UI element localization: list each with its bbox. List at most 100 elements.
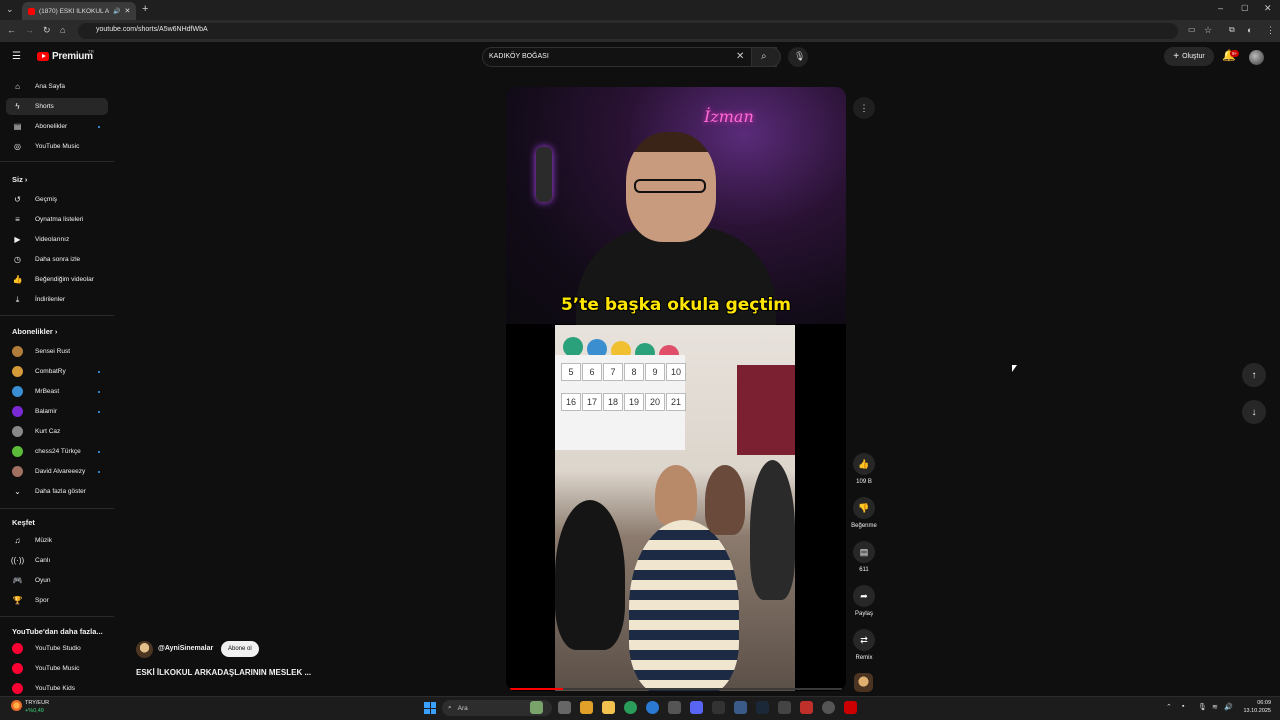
sidebar-section-explore[interactable]: Keşfet [12,518,35,527]
sidebar-item[interactable]: Sensei Rust [6,343,108,360]
extensions-icon[interactable]: ⧉ [1229,26,1235,34]
brave-icon[interactable] [800,701,813,714]
tray-mic-icon[interactable]: 🎙 [1198,703,1207,711]
dislike-button[interactable]: 👎 [853,497,875,519]
search-button[interactable]: ⌕ [751,47,781,67]
sidebar-item[interactable]: CombatRy [6,363,108,380]
sidebar-section-more[interactable]: YouTube'dan daha fazla... [12,627,103,636]
sidebar-item[interactable]: ↺ Geçmiş [6,191,108,208]
tab-close-icon[interactable]: ✕ [124,7,130,15]
search-input[interactable]: KADIKÖY BOĞASI [489,53,549,60]
browser-tab[interactable]: (1870) ESKİ İLKOKUL ARKADAŞ 🔊 ✕ [22,2,136,20]
tab-list-icon[interactable]: ⌄ [6,5,14,14]
clear-search-icon[interactable]: ✕ [736,52,744,62]
sidebar-item[interactable]: ▶ Videolarınız [6,231,108,248]
sidebar-section-you[interactable]: Siz › [12,175,27,184]
sidebar-item[interactable]: ((·)) Canlı [6,552,108,569]
wifi-icon[interactable]: ≋ [1212,703,1218,711]
taskbar-app-icon[interactable] [530,701,543,714]
sidebar-item[interactable]: YouTube Studio [6,640,108,657]
sidebar-item[interactable]: ϟ Shorts [6,98,108,115]
back-icon[interactable]: ← [7,26,16,35]
vscode-icon[interactable] [734,701,747,714]
sidebar-item-label: CombatRy [35,368,66,375]
url-text[interactable]: youtube.com/shorts/A5w6NHdfWbA [96,26,208,33]
create-button[interactable]: + Oluştur [1164,47,1214,66]
sidebar-item[interactable]: 🎮 Oyun [6,572,108,589]
forward-icon[interactable]: → [25,26,34,35]
account-avatar[interactable] [1249,50,1264,65]
speaker-icon[interactable]: 🔊 [113,8,120,15]
terminal-icon[interactable] [712,701,725,714]
sidebar-item[interactable]: Kurt Caz [6,423,108,440]
maximize-icon[interactable]: ▢ [1241,4,1249,12]
sidebar-item[interactable]: chess24 Türkçe [6,443,108,460]
sidebar-item[interactable]: 👍 Beğendiğim videolar [6,271,108,288]
profile-icon[interactable]: ◐ [1247,26,1252,35]
previous-short-button[interactable]: ↑ [1242,363,1266,387]
tray-chevron-icon[interactable]: ⌃ [1166,703,1172,711]
voice-search-button[interactable]: 🎙 [788,47,808,67]
sidebar-item[interactable]: ⤓ İndirilenler [6,291,108,308]
steam-icon[interactable] [756,701,769,714]
youtube-premium-logo[interactable]: Premium [52,51,93,62]
sidebar-item[interactable]: ≡ Oynatma listeleri [6,211,108,228]
sidebar-item[interactable]: MrBeast [6,383,108,400]
hamburger-menu-icon[interactable]: ☰ [12,52,21,62]
like-button[interactable]: 👍 [853,453,875,475]
chrome-icon[interactable] [624,701,637,714]
share-button[interactable]: ➦ [853,585,875,607]
sidebar-item[interactable]: ♫ Müzik [6,532,108,549]
home-browser-icon[interactable]: ⌂ [60,26,65,35]
url-bar[interactable] [78,23,1178,39]
sidebar-divider [0,616,114,617]
sidebar-item[interactable]: ◎ YouTube Music [6,138,108,155]
minimize-icon[interactable]: – [1218,4,1223,13]
next-short-button[interactable]: ↓ [1242,400,1266,424]
youtube-app-icon[interactable] [844,701,857,714]
file-explorer-icon[interactable] [602,701,615,714]
comments-button[interactable]: ▤ [853,541,875,563]
sidebar-item[interactable]: ◷ Daha sonra izle [6,251,108,268]
show-more-button[interactable]: ⌄ Daha fazla göster [6,483,108,500]
sidebar-item[interactable]: Balamir [6,403,108,420]
app-icon[interactable] [822,701,835,714]
sidebar-item[interactable]: YouTube Kids [6,680,108,697]
edge-icon[interactable] [646,701,659,714]
tray-app-icon[interactable]: ▪ [1182,703,1184,710]
short-video-player[interactable]: İzman 5’te başka okula geçtim 5 6 7 8 9 10 16 1… [506,87,846,691]
remix-button[interactable]: ⇄ [853,629,875,651]
task-view-icon[interactable] [558,701,571,714]
reload-icon[interactable]: ↻ [43,26,51,35]
sidebar-item[interactable]: David Alvareeezy [6,463,108,480]
clock-time[interactable]: 06:09 [1227,700,1271,706]
channel-avatar[interactable] [136,641,153,658]
windows-start-icon[interactable] [424,702,436,714]
channel-name[interactable]: @AyniSinemalar [158,645,213,652]
currency-widget-name[interactable]: TRY/EUR [25,700,49,706]
sound-thumbnail[interactable] [854,673,873,692]
sidebar-item[interactable]: YouTube Music [6,660,108,677]
copilot-icon[interactable] [580,701,593,714]
sidebar-item[interactable]: ▤ Abonelikler [6,118,108,135]
window-close-icon[interactable]: ✕ [1264,4,1272,13]
home-icon: ⌂ [15,82,20,91]
short-title[interactable]: ESKİ İLKOKUL ARKADAŞLARININ MESLEK ... [136,668,311,677]
widget-icon[interactable] [11,700,22,711]
sidebar-item[interactable]: 🏆 Spor [6,592,108,609]
sidebar-section-subscriptions[interactable]: Abonelikler › [12,327,57,336]
subscribe-button[interactable]: Abone ol [221,641,259,657]
clock-date[interactable]: 13.10.2025 [1227,708,1271,714]
sidebar-item[interactable]: ⌂ Ana Sayfa [6,78,108,95]
youtube-logo-icon[interactable] [37,52,49,61]
settings-icon[interactable] [778,701,791,714]
more-options-button[interactable]: ⋮ [853,97,875,119]
video-progress-bar[interactable] [510,688,842,690]
cast-icon[interactable]: ▭ [1188,26,1196,34]
new-tab-icon[interactable]: + [142,4,148,15]
channel-avatar [12,386,23,397]
store-icon[interactable] [668,701,681,714]
discord-icon[interactable] [690,701,703,714]
bookmark-star-icon[interactable]: ☆ [1204,26,1212,35]
browser-menu-icon[interactable]: ⋮ [1266,26,1275,35]
